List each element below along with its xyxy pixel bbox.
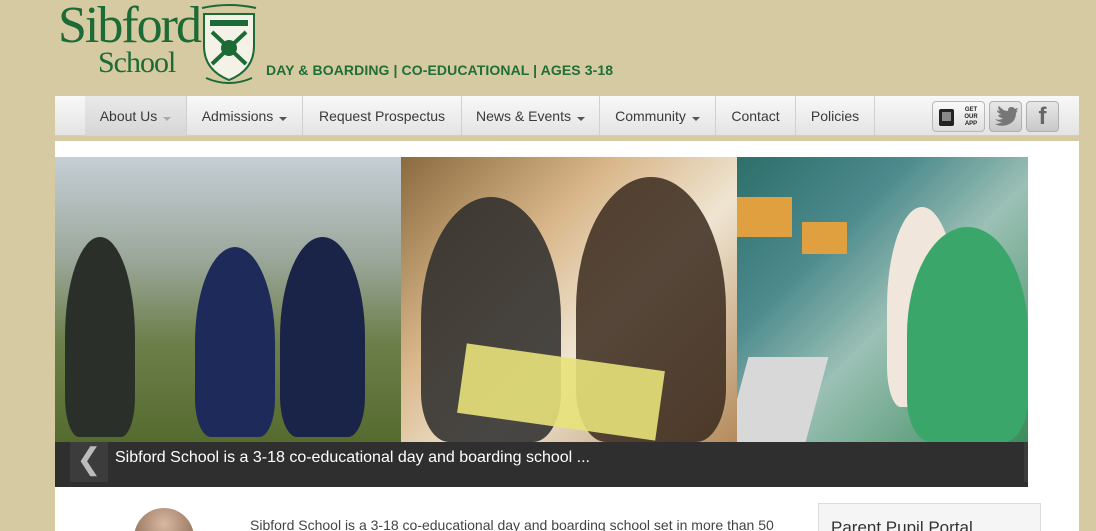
school-crest-icon bbox=[201, 4, 257, 84]
twitter-icon bbox=[995, 106, 1018, 126]
nav-request-prospectus-label: Request Prospectus bbox=[318, 108, 446, 124]
nav-news-events-label: News & Events bbox=[476, 108, 571, 124]
monitor bbox=[802, 222, 847, 254]
facebook-button[interactable]: f bbox=[1026, 101, 1059, 132]
nav-admissions[interactable]: Admissions bbox=[187, 96, 303, 136]
nav-about-us-label: About Us bbox=[99, 108, 158, 124]
slider-prev-button[interactable]: ❮ bbox=[70, 442, 108, 482]
get-app-label: GET OUR APP bbox=[964, 107, 978, 127]
nav-about-us[interactable]: About Us bbox=[85, 96, 187, 136]
parent-pupil-portal-box[interactable]: Parent Pupil Portal bbox=[818, 503, 1041, 531]
tablet-icon bbox=[939, 109, 954, 126]
chevron-down-icon bbox=[163, 117, 172, 122]
student-figure bbox=[907, 227, 1028, 442]
portal-title: Parent Pupil Portal bbox=[831, 518, 973, 531]
nav-policies[interactable]: Policies bbox=[796, 96, 875, 136]
tagline: DAY & BOARDING | CO-EDUCATIONAL | AGES 3… bbox=[266, 62, 614, 78]
child-figure bbox=[65, 237, 135, 437]
slide-photo-computer-lab bbox=[737, 157, 1028, 442]
nav-community[interactable]: Community bbox=[600, 96, 716, 136]
slide-photo-children-outdoors bbox=[55, 157, 401, 442]
facebook-icon: f bbox=[1038, 103, 1047, 130]
slider-caption-bar: ❮ Sibford School is a 3-18 co-educationa… bbox=[55, 442, 1028, 487]
nav-contact[interactable]: Contact bbox=[716, 96, 796, 136]
intro-text: Sibford School is a 3-18 co-educational … bbox=[250, 517, 774, 531]
nav-admissions-label: Admissions bbox=[201, 108, 274, 124]
keyboard bbox=[737, 357, 829, 442]
nav-request-prospectus[interactable]: Request Prospectus bbox=[303, 96, 462, 136]
chevron-down-icon bbox=[691, 117, 700, 122]
nav-contact-label: Contact bbox=[731, 108, 780, 124]
nav-news-events[interactable]: News & Events bbox=[462, 96, 600, 136]
slide-photo-art-class bbox=[401, 157, 737, 442]
school-logo[interactable]: Sibford School bbox=[56, 0, 202, 86]
monitor bbox=[737, 197, 792, 237]
child-figure bbox=[280, 237, 365, 437]
slider-next-button[interactable]: ❯ bbox=[1024, 442, 1028, 482]
twitter-button[interactable] bbox=[989, 101, 1022, 132]
site-header: Sibford School DAY & BOARDING | CO-EDUCA… bbox=[0, 0, 1096, 96]
logo-line-2: School bbox=[98, 46, 176, 79]
chevron-down-icon bbox=[576, 117, 585, 122]
chevron-down-icon bbox=[279, 117, 288, 122]
nav-policies-label: Policies bbox=[810, 108, 860, 124]
child-figure bbox=[195, 247, 275, 437]
main-nav: About Us Admissions Request Prospectus N… bbox=[55, 96, 1079, 136]
get-app-button[interactable]: GET OUR APP bbox=[932, 101, 985, 132]
hero-slider[interactable]: ❮ Sibford School is a 3-18 co-educationa… bbox=[55, 157, 1028, 487]
nav-community-label: Community bbox=[615, 108, 686, 124]
slider-caption: Sibford School is a 3-18 co-educational … bbox=[115, 449, 590, 466]
